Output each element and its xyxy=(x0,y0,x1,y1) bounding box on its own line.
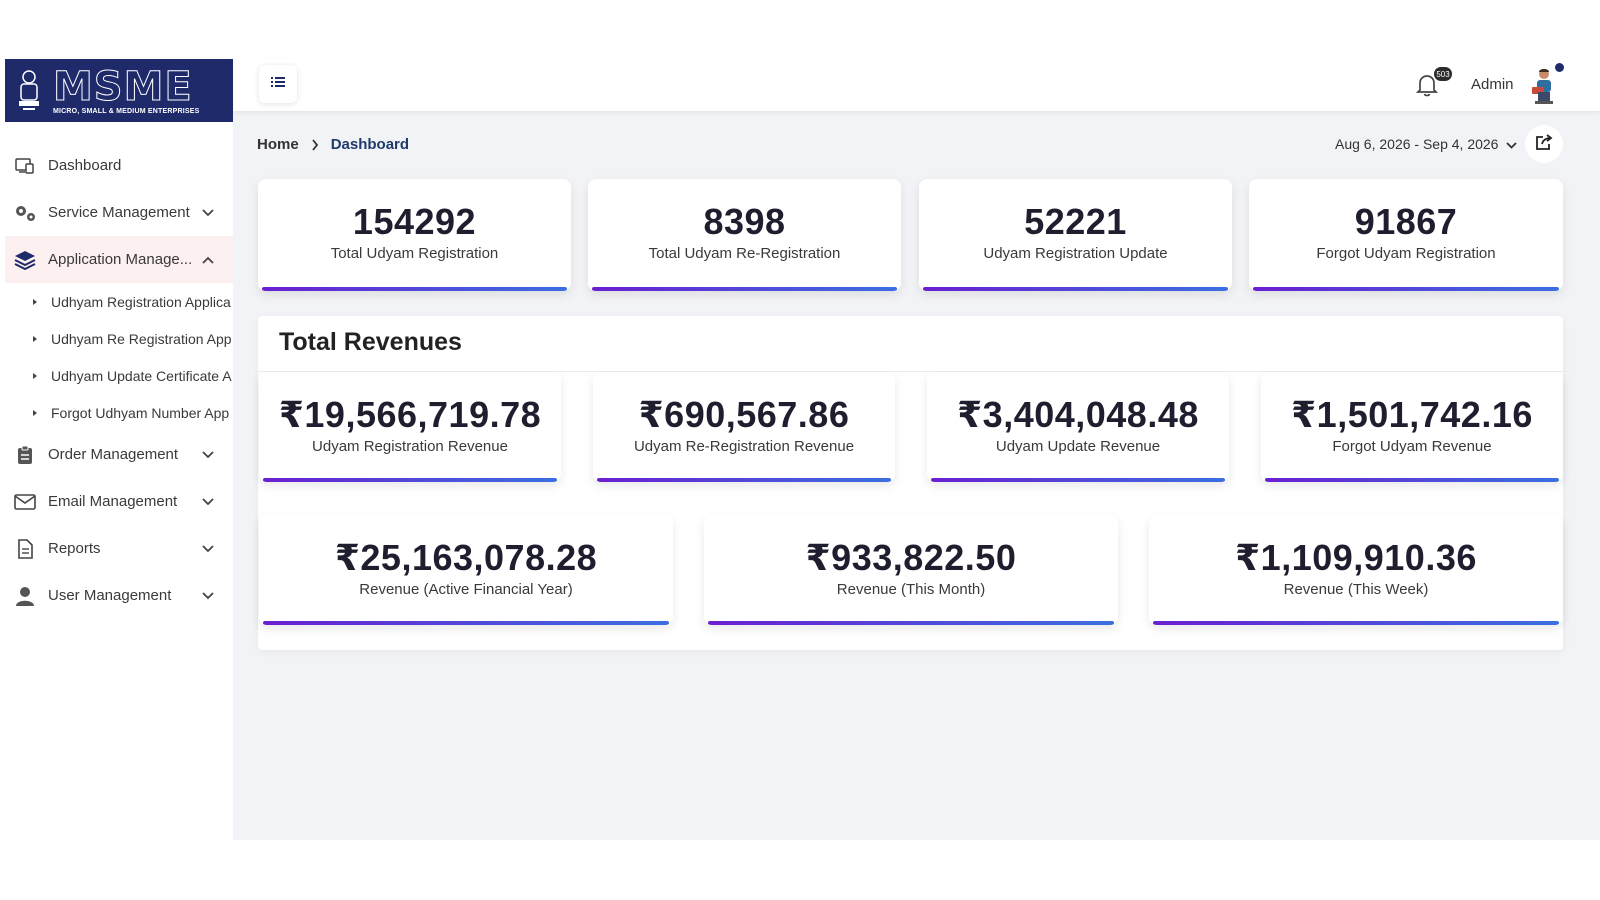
user-icon xyxy=(13,584,37,608)
sidebar-item-user-management[interactable]: User Management xyxy=(5,572,233,619)
chevron-down-icon[interactable] xyxy=(201,542,215,556)
revenue-value: ₹933,822.50 xyxy=(805,537,1017,578)
logo-title: MSME xyxy=(52,64,193,110)
sidebar-item-label: User Management xyxy=(48,587,172,604)
sub-item-label: Udhyam Update Certificate A xyxy=(51,367,232,384)
chevron-down-icon[interactable] xyxy=(201,448,215,462)
chevron-down-icon[interactable] xyxy=(201,206,215,220)
revenue-label: Revenue (Active Financial Year) xyxy=(359,581,573,598)
sub-item-label: Udhyam Re Registration App xyxy=(51,330,232,347)
bullet-arrow-icon xyxy=(33,298,37,305)
breadcrumb-current: Dashboard xyxy=(330,136,410,153)
revenue-card: ₹933,822.50 Revenue (This Month) xyxy=(704,515,1118,625)
bullet-arrow-icon xyxy=(33,372,37,379)
revenue-card: ₹25,163,078.28 Revenue (Active Financial… xyxy=(259,515,673,625)
sidebar-nav: Dashboard Service Management Application… xyxy=(5,122,233,619)
sub-item-udhyam-re-registration[interactable]: Udhyam Re Registration App xyxy=(5,320,233,357)
revenue-card: ₹1,109,910.36 Revenue (This Week) xyxy=(1149,515,1563,625)
revenue-label: Udyam Update Revenue xyxy=(995,438,1161,455)
sidebar-item-order-management[interactable]: Order Management xyxy=(5,431,233,478)
revenue-card: ₹19,566,719.78 Udyam Registration Revenu… xyxy=(259,372,561,482)
stat-value: 91867 xyxy=(1354,201,1458,242)
revenue-value: ₹1,109,910.36 xyxy=(1235,537,1477,578)
sidebar-item-dashboard[interactable]: Dashboard xyxy=(5,142,233,189)
avatar[interactable] xyxy=(1526,65,1560,105)
sidebar-item-label: Dashboard xyxy=(48,157,122,174)
date-range-value: Aug 6, 2026 - Sep 4, 2026 xyxy=(1335,136,1499,152)
stat-label: Total Udyam Registration xyxy=(330,245,499,262)
chevron-up-icon[interactable] xyxy=(201,253,215,267)
sub-item-forgot-udhyam-number[interactable]: Forgot Udhyam Number App xyxy=(5,394,233,431)
revenue-value: ₹690,567.86 xyxy=(638,394,850,435)
revenue-value: ₹3,404,048.48 xyxy=(957,394,1199,435)
sub-item-label: Forgot Udhyam Number App xyxy=(51,404,230,421)
stat-value: 154292 xyxy=(352,201,477,242)
date-range-picker[interactable]: Aug 6, 2026 - Sep 4, 2026 xyxy=(1335,136,1518,152)
envelope-icon xyxy=(13,490,37,514)
stat-value: 52221 xyxy=(1024,201,1127,242)
revenue-value: ₹1,501,742.16 xyxy=(1291,394,1533,435)
sub-item-udhyam-registration[interactable]: Udhyam Registration Applica xyxy=(5,283,233,320)
stat-value: 8398 xyxy=(703,201,786,242)
revenues-title: Total Revenues xyxy=(279,328,462,356)
app-shell: MSME MICRO, SMALL & MEDIUM ENTERPRISES D… xyxy=(5,59,1600,840)
revenue-value: ₹25,163,078.28 xyxy=(334,537,598,578)
sidebar: MSME MICRO, SMALL & MEDIUM ENTERPRISES D… xyxy=(5,59,233,840)
sub-item-label: Udhyam Registration Applica xyxy=(51,293,231,310)
topbar: 503 Admin xyxy=(233,59,1600,111)
sidebar-item-email-management[interactable]: Email Management xyxy=(5,478,233,525)
document-icon xyxy=(13,537,37,561)
stat-card: 91867 Forgot Udyam Registration xyxy=(1249,179,1563,291)
list-icon xyxy=(271,75,285,93)
national-emblem-icon xyxy=(11,65,47,117)
chevron-down-icon[interactable] xyxy=(201,495,215,509)
revenue-card: ₹690,567.86 Udyam Re-Registration Revenu… xyxy=(593,372,895,482)
gears-icon xyxy=(13,201,37,225)
sidebar-item-label: Email Management xyxy=(48,493,178,510)
revenue-label: Udyam Registration Revenue xyxy=(312,438,508,455)
stat-label: Forgot Udyam Registration xyxy=(1316,245,1496,262)
export-button[interactable] xyxy=(1525,125,1563,163)
chevron-right-icon xyxy=(311,138,319,151)
layers-icon xyxy=(13,248,37,272)
sidebar-item-service-management[interactable]: Service Management xyxy=(5,189,233,236)
stat-label: Total Udyam Re-Registration xyxy=(648,245,841,262)
dashboard-icon xyxy=(13,154,37,178)
stat-card: 8398 Total Udyam Re-Registration xyxy=(588,179,901,291)
sidebar-item-label: Order Management xyxy=(48,446,179,463)
breadcrumb-home[interactable]: Home xyxy=(257,136,299,153)
logo-subtitle: MICRO, SMALL & MEDIUM ENTERPRISES xyxy=(53,108,200,115)
main-content: 503 Admin Home Dashboard Aug 6, 2026 - S… xyxy=(233,59,1600,840)
notification-badge: 503 xyxy=(1434,67,1452,81)
sidebar-item-label: Reports xyxy=(48,540,101,557)
breadcrumb: Home Dashboard xyxy=(257,136,409,153)
sidebar-item-label: Application Manage... xyxy=(48,251,193,268)
stat-label: Udyam Registration Update xyxy=(983,245,1168,262)
bullet-arrow-icon xyxy=(33,409,37,416)
revenue-value: ₹19,566,719.78 xyxy=(278,394,542,435)
revenue-card: ₹3,404,048.48 Udyam Update Revenue xyxy=(927,372,1229,482)
online-status-dot xyxy=(1555,63,1564,72)
clipboard-icon xyxy=(13,443,37,467)
menu-toggle-button[interactable] xyxy=(259,65,297,103)
chevron-down-icon xyxy=(1506,136,1518,152)
revenue-label: Udyam Re-Registration Revenue xyxy=(633,438,855,455)
admin-name[interactable]: Admin xyxy=(1471,76,1514,93)
logo-text: MSME MICRO, SMALL & MEDIUM ENTERPRISES xyxy=(52,64,200,116)
bullet-arrow-icon xyxy=(33,335,37,342)
sidebar-item-label: Service Management xyxy=(48,204,190,221)
share-icon xyxy=(1535,133,1553,155)
stat-card: 52221 Udyam Registration Update xyxy=(919,179,1232,291)
revenue-card: ₹1,501,742.16 Forgot Udyam Revenue xyxy=(1261,372,1563,482)
revenue-label: Forgot Udyam Revenue xyxy=(1332,438,1492,455)
sidebar-item-application-management[interactable]: Application Manage... xyxy=(5,236,233,283)
sidebar-item-reports[interactable]: Reports xyxy=(5,525,233,572)
chevron-down-icon[interactable] xyxy=(201,589,215,603)
msme-logo[interactable]: MSME MICRO, SMALL & MEDIUM ENTERPRISES xyxy=(5,59,233,122)
sub-item-udhyam-update-certificate[interactable]: Udhyam Update Certificate A xyxy=(5,357,233,394)
revenue-label: Revenue (This Week) xyxy=(1283,581,1429,598)
revenue-label: Revenue (This Month) xyxy=(836,581,986,598)
stat-card: 154292 Total Udyam Registration xyxy=(258,179,571,291)
